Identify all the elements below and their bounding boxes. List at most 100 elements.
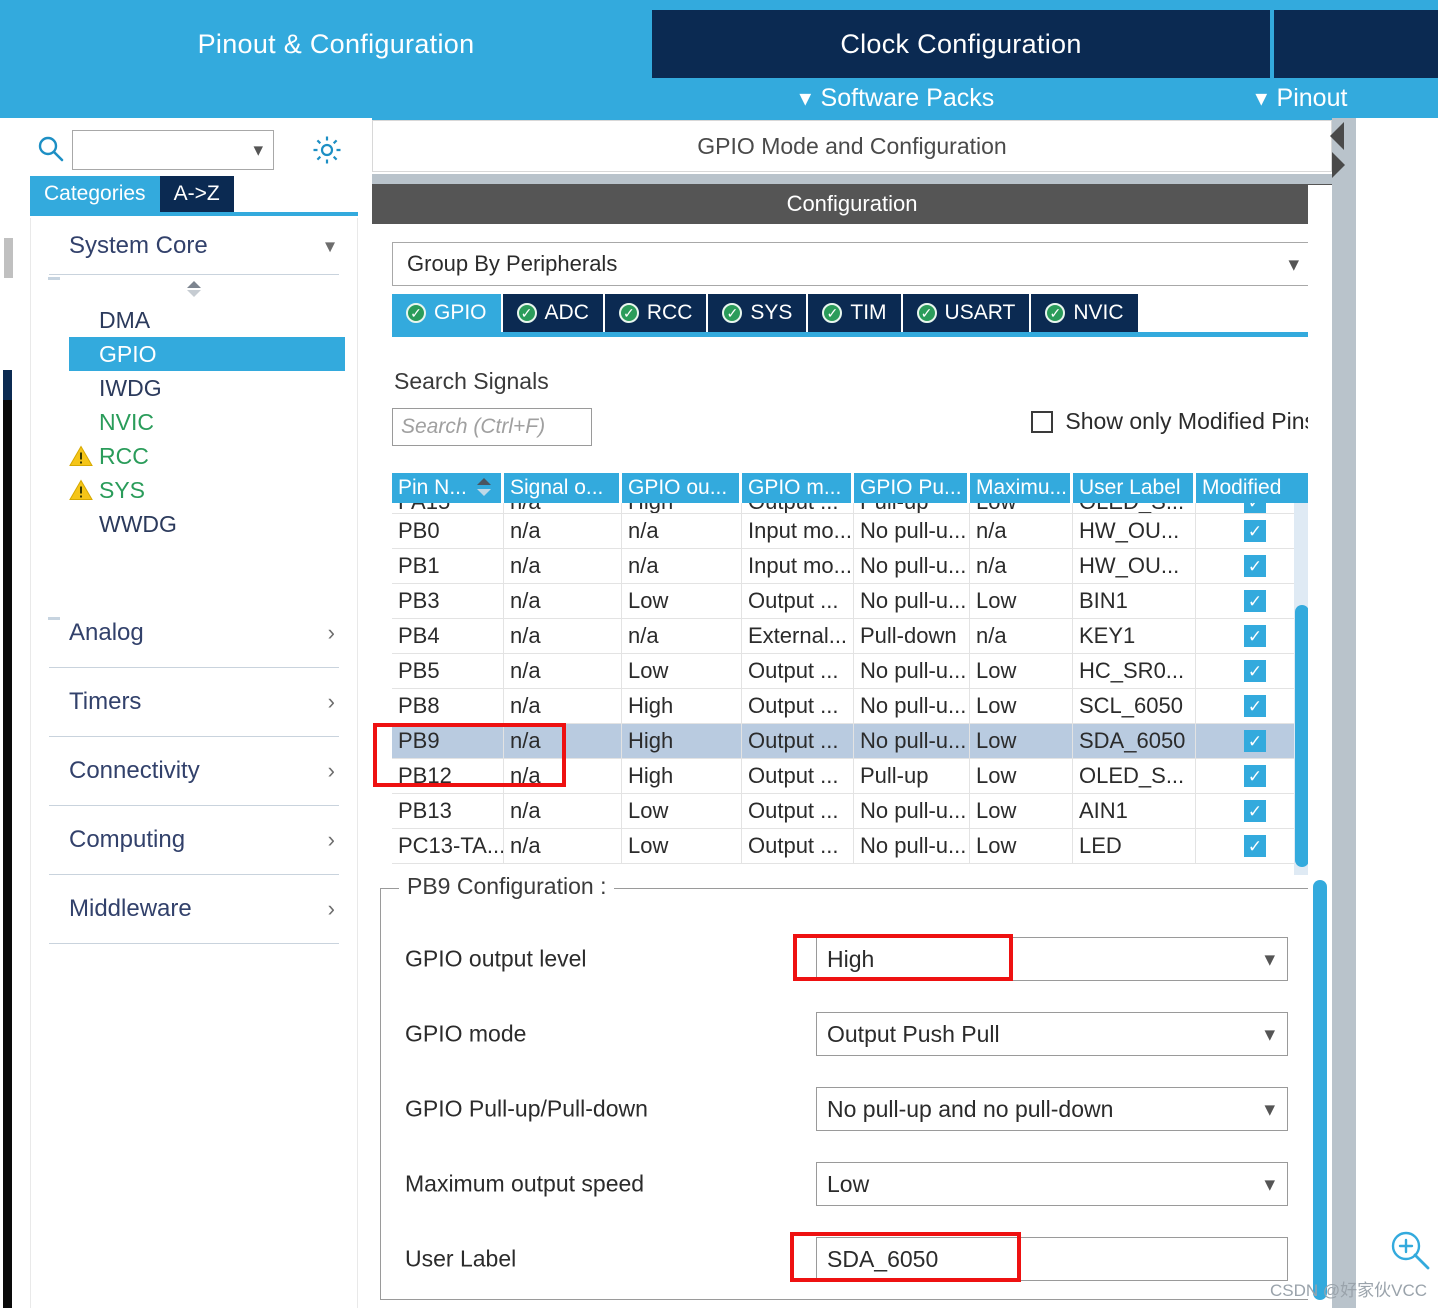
column-header-user-label[interactable]: User Label xyxy=(1073,473,1196,503)
software-packs-menu[interactable]: ▾ Software Packs xyxy=(800,78,994,118)
cell-user-label: BIN1 xyxy=(1073,584,1196,618)
sidebar-item-dma[interactable]: DMA xyxy=(31,303,357,337)
sidebar-item-rcc[interactable]: RCC xyxy=(31,439,357,473)
chevron-down-icon[interactable]: ▾ xyxy=(1264,1097,1275,1122)
column-header-modified[interactable]: Modified xyxy=(1196,473,1314,503)
panel-scrollbar-thumb[interactable] xyxy=(1313,880,1327,1300)
table-row-selected[interactable]: PB9 n/a High Output ... No pull-u... Low… xyxy=(392,724,1314,759)
cell-max-speed: Low xyxy=(970,584,1073,618)
chevron-down-icon[interactable]: ▾ xyxy=(1264,1022,1275,1047)
tab-tim[interactable]: ✓ TIM xyxy=(808,294,903,332)
table-row[interactable]: PB0 n/a n/a Input mo... No pull-u... n/a… xyxy=(392,514,1314,549)
collapse-left-icon[interactable] xyxy=(1330,122,1344,150)
search-icon[interactable] xyxy=(38,136,64,162)
tab-usart[interactable]: ✓ USART xyxy=(902,294,1032,332)
table-row[interactable]: PB12 n/a High Output ... Pull-up Low OLE… xyxy=(392,759,1314,794)
table-row[interactable]: PB3 n/a Low Output ... No pull-u... Low … xyxy=(392,584,1314,619)
column-header-label: Maximu... xyxy=(976,476,1068,499)
tab-nvic-label: NVIC xyxy=(1073,301,1124,324)
gear-icon[interactable] xyxy=(310,133,344,167)
field-row-gpio-mode: GPIO mode Output Push Pull ▾ xyxy=(381,1012,1311,1056)
expand-right-icon[interactable] xyxy=(1332,152,1345,178)
tab-categories[interactable]: Categories xyxy=(30,176,160,212)
column-header-label: GPIO Pu... xyxy=(860,476,962,499)
modified-checkbox[interactable]: ✓ xyxy=(1244,625,1266,647)
search-signals-label: Search Signals xyxy=(394,368,549,395)
modified-checkbox[interactable]: ✓ xyxy=(1244,730,1266,752)
tab-sys[interactable]: ✓ SYS xyxy=(708,294,809,332)
divider xyxy=(48,277,60,280)
tree-group-computing[interactable]: Computing › xyxy=(31,806,357,874)
table-row[interactable]: PB4 n/a n/a External... Pull-down n/a KE… xyxy=(392,619,1314,654)
tree-group-analog[interactable]: Analog › xyxy=(31,599,357,667)
tab-gpio[interactable]: ✓ GPIO xyxy=(392,294,503,332)
gpio-pull-select[interactable]: No pull-up and no pull-down ▾ xyxy=(816,1087,1288,1131)
tab-rcc[interactable]: ✓ RCC xyxy=(604,294,709,332)
cell-output-level: High xyxy=(622,503,742,513)
tree-group-timers[interactable]: Timers › xyxy=(31,668,357,736)
scroll-spinner[interactable] xyxy=(31,275,357,303)
modified-checkbox[interactable]: ✓ xyxy=(1244,660,1266,682)
tree-group-middleware[interactable]: Middleware › xyxy=(31,875,357,943)
left-edge-scrollbar[interactable] xyxy=(4,238,13,278)
modified-checkbox[interactable]: ✓ xyxy=(1244,503,1266,513)
pinout-menu[interactable]: ▾ Pinout xyxy=(1256,78,1347,118)
chevron-down-icon[interactable]: ▾ xyxy=(253,139,263,162)
table-row[interactable]: PB13 n/a Low Output ... No pull-u... Low… xyxy=(392,794,1314,829)
table-row[interactable]: PB8 n/a High Output ... No pull-u... Low… xyxy=(392,689,1314,724)
modified-checkbox[interactable]: ✓ xyxy=(1244,520,1266,542)
modified-checkbox[interactable]: ✓ xyxy=(1244,590,1266,612)
modified-checkbox[interactable]: ✓ xyxy=(1244,555,1266,577)
column-header-gpio-mode[interactable]: GPIO m... xyxy=(742,473,854,503)
column-header-maximum-speed[interactable]: Maximu... xyxy=(970,473,1073,503)
sidebar-item-wwdg[interactable]: WWDG xyxy=(31,507,357,541)
tab-extra[interactable] xyxy=(1274,10,1438,78)
sidebar-item-sys[interactable]: SYS xyxy=(31,473,357,507)
maximum-output-speed-select[interactable]: Low ▾ xyxy=(816,1162,1288,1206)
column-header-signal-on-pin[interactable]: Signal o... xyxy=(504,473,622,503)
table-row[interactable]: PC13-TA... n/a Low Output ... No pull-u.… xyxy=(392,829,1314,864)
user-label-input[interactable]: SDA_6050 xyxy=(816,1237,1288,1281)
tab-clock-configuration[interactable]: Clock Configuration xyxy=(652,10,1270,78)
column-header-gpio-pull[interactable]: GPIO Pu... xyxy=(854,473,970,503)
chevron-down-icon: ▾ xyxy=(800,86,811,110)
sidebar-item-gpio[interactable]: GPIO xyxy=(69,337,345,371)
column-header-pin-name[interactable]: Pin N... xyxy=(392,473,504,503)
show-modified-pins-row[interactable]: Show only Modified Pins xyxy=(1031,408,1316,435)
search-input[interactable]: ▾ xyxy=(72,130,274,170)
peripheral-tab-underline xyxy=(392,332,1314,337)
modified-checkbox[interactable]: ✓ xyxy=(1244,765,1266,787)
search-signals-input[interactable]: Search (Ctrl+F) xyxy=(392,408,592,446)
tab-usart-label: USART xyxy=(944,301,1016,324)
cell-signal: n/a xyxy=(504,619,622,653)
field-label: Maximum output speed xyxy=(405,1170,645,1197)
cell-signal: n/a xyxy=(504,794,622,828)
tab-pinout-configuration[interactable]: Pinout & Configuration xyxy=(26,10,646,78)
column-header-label: Pin N... xyxy=(398,476,467,499)
sidebar-item-iwdg[interactable]: IWDG xyxy=(31,371,357,405)
tree-group-system-core[interactable]: System Core ▾ xyxy=(31,218,357,274)
tree-group-connectivity[interactable]: Connectivity › xyxy=(31,737,357,805)
column-header-gpio-output-level[interactable]: GPIO ou... xyxy=(622,473,742,503)
table-row[interactable]: PB5 n/a Low Output ... No pull-u... Low … xyxy=(392,654,1314,689)
tab-a-to-z[interactable]: A->Z xyxy=(159,176,234,212)
group-by-select[interactable]: Group By Peripherals ▾ xyxy=(392,242,1314,286)
sidebar-search-row: ▾ xyxy=(0,124,360,172)
tab-adc[interactable]: ✓ ADC xyxy=(502,294,605,332)
chevron-down-icon[interactable]: ▾ xyxy=(1264,1172,1275,1197)
tab-nvic[interactable]: ✓ NVIC xyxy=(1031,294,1140,332)
gpio-output-level-select[interactable]: High ▾ xyxy=(816,937,1288,981)
sidebar-item-label: DMA xyxy=(99,306,151,333)
modified-checkbox[interactable]: ✓ xyxy=(1244,835,1266,857)
modified-checkbox[interactable]: ✓ xyxy=(1244,695,1266,717)
gpio-mode-select[interactable]: Output Push Pull ▾ xyxy=(816,1012,1288,1056)
modified-checkbox[interactable]: ✓ xyxy=(1244,800,1266,822)
table-scrollbar-thumb[interactable] xyxy=(1295,605,1309,867)
chevron-down-icon[interactable]: ▾ xyxy=(1264,947,1275,972)
chevron-down-icon[interactable]: ▾ xyxy=(1288,252,1299,277)
show-modified-pins-checkbox[interactable] xyxy=(1031,410,1054,433)
table-row[interactable]: PA15 n/a High Output ... Pull-up Low OLE… xyxy=(392,503,1314,514)
table-row[interactable]: PB1 n/a n/a Input mo... No pull-u... n/a… xyxy=(392,549,1314,584)
zoom-in-icon[interactable] xyxy=(1388,1228,1432,1272)
sidebar-item-nvic[interactable]: NVIC xyxy=(31,405,357,439)
